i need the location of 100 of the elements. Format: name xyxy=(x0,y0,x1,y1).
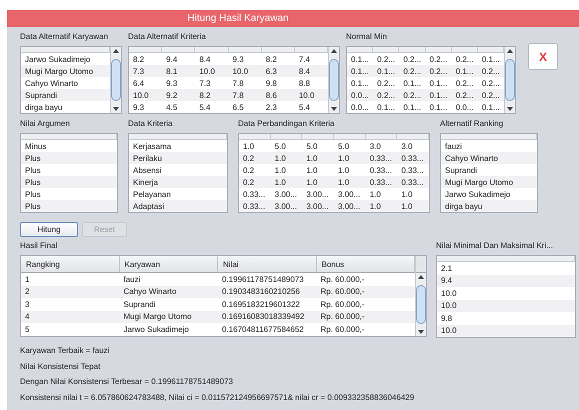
table-cell-text: 0.1903483160210256 xyxy=(221,287,301,296)
table-cell-text: 9.2 xyxy=(165,90,178,100)
table-cell-text: Cahyo Winarto xyxy=(444,154,499,162)
table-cell-text: 0.2... xyxy=(402,66,422,76)
table-cell-text: 7.3 xyxy=(198,78,212,88)
table-cell-text: Absensi xyxy=(132,166,162,174)
table-cell-text: 1.0 xyxy=(337,178,350,186)
table-cell-text: 2 xyxy=(24,287,30,296)
table-cell-text: 3.00... xyxy=(305,202,330,210)
table-cell-text: 3 xyxy=(24,300,30,309)
table-cell-text: 3.00... xyxy=(274,202,298,210)
table-cell-text: Adaptasi xyxy=(132,202,166,210)
column-header[interactable]: Karyawan xyxy=(120,256,218,272)
table-cell[interactable]: Mugi Margo Utomo xyxy=(21,66,110,76)
scrollbar[interactable] xyxy=(328,47,339,113)
table-cell-text: 8.2 xyxy=(198,90,212,100)
table-cell-text: 10.0 xyxy=(198,66,216,76)
table-cell-text: 0.1... xyxy=(480,54,501,64)
table-cell-text: Cahyo Winarto xyxy=(122,287,178,296)
table-cell-text: 9.3 xyxy=(165,78,178,88)
table-cell[interactable]: Jarwo Sukadimejo xyxy=(21,54,110,64)
table-cell-text: 1.0 xyxy=(400,202,414,210)
table-cell-text: Plus xyxy=(24,190,42,198)
table-cell-text: 9.4 xyxy=(440,276,454,286)
table-cell-text: 8.2 xyxy=(264,54,278,64)
table-cell-text: 9.4 xyxy=(165,54,178,64)
table-cell-text: 0.33... xyxy=(368,154,393,162)
table-cell-text: 1.0 xyxy=(305,178,318,186)
result-text: Karyawan Terbaik = fauzi xyxy=(20,345,110,357)
table-cell-text: 0.0... xyxy=(350,90,370,100)
table-cell-text: 0.1... xyxy=(350,66,370,76)
table-cell-text: 0.33... xyxy=(400,154,425,162)
section-label: Data Kriteria xyxy=(128,118,174,130)
table-cell-text: 0.1... xyxy=(480,102,501,112)
table-cell-text: Plus xyxy=(24,166,42,174)
table-cell-text: 3.00... xyxy=(305,190,330,198)
table-cell-text: 8.6 xyxy=(264,90,278,100)
table-cell-text: 0.33... xyxy=(368,166,393,174)
table-cell-text: 0.33... xyxy=(242,190,266,198)
table-cell[interactable]: dirga bayu xyxy=(21,102,110,112)
table-cell-text: 5.4 xyxy=(298,102,311,112)
table-cell-text: Plus xyxy=(24,154,42,162)
column-header[interactable]: Rangking xyxy=(21,256,120,272)
table-cell-text: 1.0 xyxy=(368,190,382,198)
table-cell-text: 8.8 xyxy=(298,78,311,88)
table-cell-text: 5.0 xyxy=(274,142,287,150)
table-cell-text: 0.2... xyxy=(480,90,501,100)
result-text: Dengan Nilai Konsistensi Terbesar = 0.19961178751489073 xyxy=(20,376,234,388)
action-button[interactable]: Hitung xyxy=(20,222,78,237)
table-cell-text: 9.3 xyxy=(232,54,245,64)
table-cell-text: 0.19961178751489073 xyxy=(221,274,305,284)
table-cell-text: 0.2... xyxy=(376,78,396,88)
table-cell-text: 5 xyxy=(24,324,30,334)
table-cell-text: Jarwo Sukadimejo xyxy=(122,324,190,334)
column-header[interactable]: Nilai xyxy=(218,256,316,272)
table-cell-text: 10.0 xyxy=(132,90,150,100)
section-label: Hasil Final xyxy=(20,240,58,252)
table-cell-text: 3.00... xyxy=(337,190,362,198)
table-cell-text: 0.33... xyxy=(400,166,425,174)
table-cell-text: 0.2... xyxy=(428,66,448,76)
table-cell-text: 5.0 xyxy=(337,142,350,150)
table-cell-text: Rp. 60.000,- xyxy=(320,287,366,296)
table-cell-text: 5.0 xyxy=(305,142,318,150)
table-cell-text: 0.2... xyxy=(454,78,474,88)
table-cell-text: 6.3 xyxy=(264,66,278,76)
table-cell-text: 0.2 xyxy=(242,154,256,162)
table-cell-text: 0.1... xyxy=(402,102,422,112)
table-cell-text: 4 xyxy=(24,312,30,322)
table-cell-text: Plus xyxy=(24,178,42,186)
table-cell-text: 0.16704811677584652 xyxy=(221,324,305,334)
section-label: Alternatif Ranking xyxy=(440,118,504,130)
table-cell-text: 0.2... xyxy=(376,90,396,100)
table-cell-text: 1.0 xyxy=(337,154,350,162)
table-cell[interactable]: Cahyo Winarto xyxy=(21,78,110,88)
table-cell-text: 2.3 xyxy=(264,102,278,112)
table-cell-text: 0.1... xyxy=(428,102,448,112)
close-button[interactable]: X xyxy=(528,43,558,70)
scrollbar[interactable] xyxy=(415,256,426,336)
table-cell-text: 0.1695183219601322 xyxy=(221,300,301,309)
table-cell-text: 0.2 xyxy=(242,178,256,186)
table-cell-text: 8.1 xyxy=(165,66,178,76)
table-cell-text: dirga bayu xyxy=(444,202,484,210)
table-cell-text: 10.0 xyxy=(298,90,316,100)
scrollbar[interactable] xyxy=(110,47,121,113)
scrollbar[interactable] xyxy=(504,47,515,113)
table-cell-text: 0.33... xyxy=(400,178,425,186)
table-cell-text: 7.3 xyxy=(132,66,146,76)
table-cell-text: 6.5 xyxy=(232,102,245,112)
table-cell[interactable]: Suprandi xyxy=(21,90,110,100)
table-cell-text: 0.2... xyxy=(428,54,448,64)
table-cell-text: 1.0 xyxy=(274,154,287,162)
table-cell-text: 9.8 xyxy=(264,78,278,88)
section-label: Nilai Minimal Dan Maksimal Kri... xyxy=(436,240,554,252)
table-cell-text: Perilaku xyxy=(132,154,163,162)
table-cell-text: 10.0 xyxy=(440,326,458,336)
table-cell-text: Rp. 60.000,- xyxy=(320,312,366,322)
table-cell-text: 8.4 xyxy=(298,66,311,76)
table-cell-text: 0.33... xyxy=(242,202,266,210)
table-cell-text: 9.8 xyxy=(440,314,454,323)
table-cell-text: 7.4 xyxy=(298,54,311,64)
